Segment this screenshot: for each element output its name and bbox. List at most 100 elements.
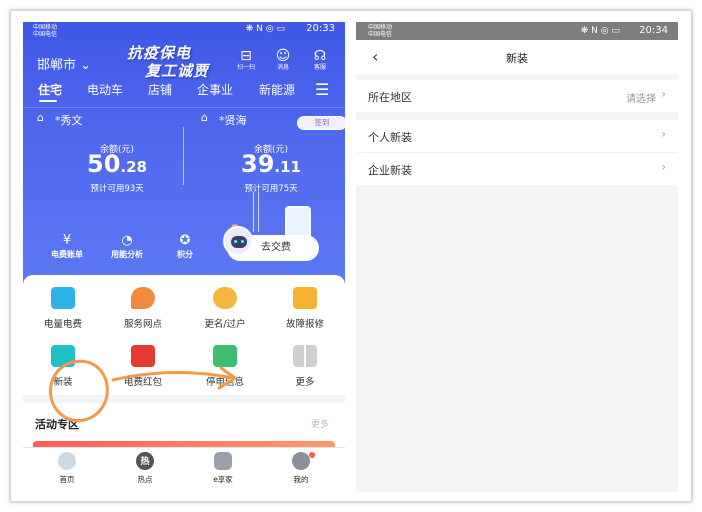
robot-icon bbox=[223, 226, 253, 256]
banner-line2: 复工诚贾 bbox=[145, 62, 210, 80]
rename-icon bbox=[213, 287, 237, 309]
days-remaining: 预计可用75天 bbox=[244, 184, 298, 194]
grid-item-more[interactable]: 更多 bbox=[273, 345, 337, 388]
days-remaining: 预计可用93天 bbox=[90, 184, 144, 194]
message-icon: ☺ bbox=[275, 48, 291, 64]
headset-icon: ☊ bbox=[313, 48, 327, 64]
signin-button[interactable]: 签到 bbox=[297, 116, 345, 130]
balance-dec: .28 bbox=[120, 158, 147, 176]
region-label: 所在地区 bbox=[368, 91, 412, 104]
house-icon: ⌂ bbox=[37, 111, 44, 124]
message-button[interactable]: ☺ 消息 bbox=[268, 48, 298, 72]
carrier-2: 中国电信 bbox=[33, 31, 58, 38]
carrier-1: 中国移动 bbox=[33, 24, 58, 31]
service-map-icon bbox=[131, 287, 155, 309]
region-selector[interactable]: 所在地区 请选择 › bbox=[356, 80, 678, 112]
service-button[interactable]: ☊ 客服 bbox=[305, 48, 335, 72]
bill-label: 电费账单 bbox=[51, 250, 83, 259]
electric-fee-icon bbox=[51, 287, 75, 309]
new-install-screen: 中国移动 中国电信 ❋ N ◎ ▭ 20:34 ‹ 新装 所在地区 请选择 › 个… bbox=[356, 22, 678, 492]
home-icon bbox=[58, 452, 76, 470]
hot-icon: 热 bbox=[136, 452, 154, 470]
tab-ev[interactable]: 电动车 bbox=[87, 81, 123, 98]
account-divider bbox=[183, 127, 184, 185]
bill-icon: ¥ bbox=[62, 233, 72, 248]
points-icon: ✪ bbox=[179, 233, 191, 248]
tab-home[interactable]: 首页 bbox=[37, 452, 97, 485]
tab-shop[interactable]: 店铺 bbox=[148, 81, 172, 98]
more-grid-icon bbox=[293, 345, 317, 367]
account-name: *贤海 bbox=[219, 114, 247, 127]
scan-button[interactable]: ⊟ 扫一扫 bbox=[231, 48, 261, 72]
power-tower-illustration bbox=[253, 192, 259, 232]
tab-enterprise[interactable]: 企事业 bbox=[197, 81, 233, 98]
bill-button[interactable]: ¥ 电费账单 bbox=[37, 232, 97, 260]
tab-profile[interactable]: 我的 bbox=[271, 452, 331, 485]
tab-new-energy[interactable]: 新能源 bbox=[259, 81, 309, 98]
points-label: 积分 bbox=[177, 250, 193, 259]
analysis-label: 用能分析 bbox=[111, 250, 143, 259]
ehome-icon bbox=[214, 452, 232, 470]
grid-label: 更多 bbox=[295, 377, 315, 388]
balance-value: 39.11 bbox=[201, 150, 341, 178]
points-button[interactable]: ✪ 积分 bbox=[155, 232, 215, 260]
option-personal-install[interactable]: 个人新装 › bbox=[356, 120, 678, 152]
region-value: 请选择 bbox=[626, 94, 656, 105]
activity-more-link[interactable]: 更多 bbox=[311, 417, 329, 430]
tab-residential[interactable]: 住宅 bbox=[38, 81, 62, 98]
top-actions: ⊟ 扫一扫 ☺ 消息 ☊ 客服 bbox=[231, 48, 341, 78]
grid-label: 服务网点 bbox=[123, 319, 162, 330]
grid-item-rename[interactable]: 更名/过户 bbox=[193, 287, 257, 330]
repair-icon bbox=[293, 287, 317, 309]
notification-dot bbox=[309, 452, 315, 458]
grid-item-service-map[interactable]: 服务网点 bbox=[111, 287, 175, 330]
status-bar: 中国移动 中国电信 ❋ N ◎ ▭ 20:33 bbox=[23, 22, 345, 40]
active-tab-underline bbox=[39, 100, 57, 102]
status-bar: 中国移动 中国电信 ❋ N ◎ ▭ 20:34 bbox=[356, 22, 678, 40]
account-name: *秀文 bbox=[55, 114, 83, 127]
hero-header: 中国移动 中国电信 ❋ N ◎ ▭ 20:33 邯郸市 ⌄ 抗疫保电 复工诚贾 ⊟ 扫… bbox=[23, 22, 345, 287]
scan-icon: ⊟ bbox=[240, 48, 252, 64]
grid-label: 电量电费 bbox=[43, 319, 82, 330]
scan-label: 扫一扫 bbox=[236, 64, 255, 71]
tab-label: e享家 bbox=[213, 475, 233, 484]
balance-int: 50 bbox=[87, 150, 121, 178]
tab-hot[interactable]: 热热点 bbox=[115, 452, 175, 485]
house-icon: ⌂ bbox=[201, 111, 208, 124]
analysis-button[interactable]: ◔ 用能分析 bbox=[97, 232, 157, 260]
status-time: 20:34 bbox=[639, 25, 668, 36]
tab-label: 热点 bbox=[137, 475, 153, 484]
carrier-1: 中国移动 bbox=[368, 24, 393, 31]
message-label: 消息 bbox=[276, 64, 289, 71]
tab-label: 首页 bbox=[59, 475, 75, 484]
home-screen: 中国移动 中国电信 ❋ N ◎ ▭ 20:33 邯郸市 ⌄ 抗疫保电 复工诚贾 ⊟ 扫… bbox=[23, 22, 345, 492]
chevron-right-icon: › bbox=[661, 127, 666, 141]
status-time: 20:33 bbox=[306, 23, 335, 34]
status-icons: ❋ N ◎ ▭ bbox=[245, 24, 285, 34]
carrier-2: 中国电信 bbox=[368, 31, 393, 38]
chevron-right-icon: › bbox=[661, 160, 666, 174]
option-label: 企业新装 bbox=[368, 164, 412, 177]
hot-icon-glyph: 热 bbox=[140, 457, 150, 467]
option-enterprise-install[interactable]: 企业新装 › bbox=[356, 153, 678, 185]
category-tabs: 住宅 电动车 店铺 企事业 新能源 bbox=[35, 81, 335, 99]
city-selector[interactable]: 邯郸市 ⌄ bbox=[37, 54, 91, 73]
balance-int: 39 bbox=[241, 150, 275, 178]
divider bbox=[23, 107, 345, 108]
tab-label: 我的 bbox=[293, 475, 309, 484]
grid-item-electric-fee[interactable]: 电量电费 bbox=[31, 287, 95, 330]
banner-line1: 抗疫保电 bbox=[127, 44, 192, 62]
menu-icon[interactable]: ☰ bbox=[315, 80, 329, 99]
service-label: 客服 bbox=[313, 64, 326, 71]
grid-label: 更名/过户 bbox=[204, 319, 246, 330]
nav-bar: ‹ 新装 bbox=[356, 40, 678, 74]
status-icons: ❋ N ◎ ▭ bbox=[580, 26, 620, 36]
grid-label: 故障报修 bbox=[285, 319, 324, 330]
tab-ehome[interactable]: e享家 bbox=[193, 452, 253, 485]
option-label: 个人新装 bbox=[368, 131, 412, 144]
analysis-icon: ◔ bbox=[121, 233, 133, 248]
grid-item-repair[interactable]: 故障报修 bbox=[273, 287, 337, 330]
banner-slogan: 抗疫保电 复工诚贾 bbox=[127, 44, 209, 80]
balance-value: 50.28 bbox=[37, 150, 197, 178]
balance-dec: .11 bbox=[274, 158, 301, 176]
